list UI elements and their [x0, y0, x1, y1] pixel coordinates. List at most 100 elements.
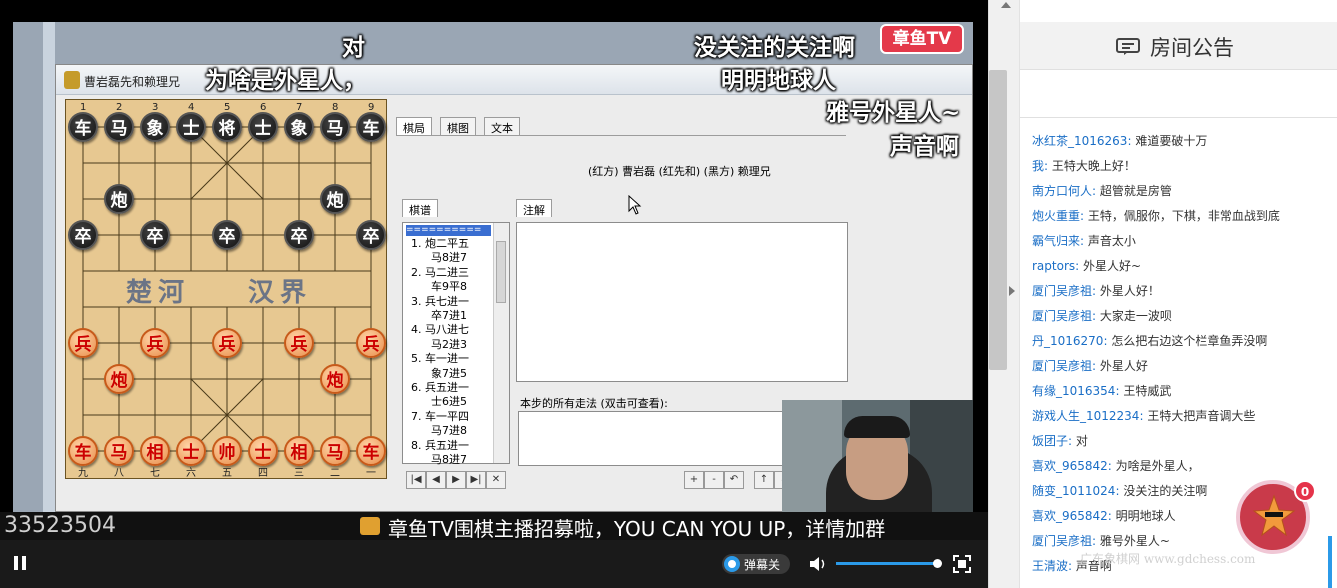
black-piece[interactable]: 士 [176, 112, 206, 142]
chat-username[interactable]: 喜欢_965842: [1032, 509, 1112, 523]
close-move-button[interactable]: ✕ [486, 471, 506, 489]
collapse-arrow-icon[interactable] [1009, 286, 1015, 296]
move-entry[interactable]: 2. 马二进三 [411, 266, 491, 280]
red-piece[interactable]: 炮 [320, 364, 350, 394]
red-piece[interactable]: 车 [68, 436, 98, 466]
sidebar-scroll-track[interactable] [988, 0, 1019, 588]
chat-message[interactable]: 厦门吴彦祖: 外星人好！ [1032, 282, 1160, 299]
red-piece[interactable]: 兵 [68, 328, 98, 358]
chat-message[interactable]: 厦门吴彦祖: 雅号外星人~ [1032, 532, 1170, 549]
chat-username[interactable]: 厦门吴彦祖: [1032, 359, 1096, 373]
tab-record[interactable]: 棋谱 [402, 199, 438, 217]
scroll-up-icon[interactable] [1001, 2, 1011, 8]
black-piece[interactable]: 卒 [284, 220, 314, 250]
chat-username[interactable]: 冰红茶_1016263: [1032, 134, 1132, 148]
red-piece[interactable]: 相 [284, 436, 314, 466]
chat-username[interactable]: 我: [1032, 159, 1048, 173]
tab-game[interactable]: 棋局 [396, 117, 432, 135]
black-piece[interactable]: 炮 [104, 184, 134, 214]
move-entry[interactable]: 象7进5 [411, 367, 491, 381]
chat-message[interactable]: raptors: 外星人好~ [1032, 257, 1141, 274]
last-move-button[interactable]: ▶| [466, 471, 486, 489]
chat-message[interactable]: 随变_1011024: 没关注的关注啊 [1032, 482, 1207, 499]
chat-message[interactable]: 炮火重重: 王特，佩服你，下棋，非常血战到底 [1032, 207, 1280, 224]
move-entry[interactable]: 车9平8 [411, 280, 491, 294]
pause-button[interactable] [12, 554, 28, 572]
tab-notes[interactable]: 注解 [516, 199, 552, 217]
move-entry[interactable]: 士6进5 [411, 395, 491, 409]
move-entry[interactable]: 1. 炮二平五 [411, 237, 491, 251]
tab-diagram[interactable]: 棋图 [440, 117, 476, 135]
chat-username[interactable]: 游戏人生_1012234: [1032, 409, 1144, 423]
chat-scrollbar[interactable] [1328, 536, 1332, 588]
prev-move-button[interactable]: ◀ [426, 471, 446, 489]
black-piece[interactable]: 车 [68, 112, 98, 142]
chat-message[interactable]: 有缘_1016354: 王特威武 [1032, 382, 1171, 399]
red-piece[interactable]: 帅 [212, 436, 242, 466]
move-entry[interactable]: 马7进8 [411, 424, 491, 438]
black-piece[interactable]: 象 [284, 112, 314, 142]
chat-message[interactable]: 厦门吴彦祖: 外星人好 [1032, 357, 1148, 374]
volume-icon[interactable] [808, 554, 828, 574]
next-move-button[interactable]: ▶ [446, 471, 466, 489]
black-piece[interactable]: 卒 [140, 220, 170, 250]
chat-username[interactable]: 霸气归来: [1032, 234, 1084, 248]
move-up-button[interactable]: ↑ [754, 471, 774, 489]
remove-note-button[interactable]: - [704, 471, 724, 489]
red-piece[interactable]: 车 [356, 436, 386, 466]
chat-username[interactable]: 饭团子: [1032, 434, 1072, 448]
red-piece[interactable]: 兵 [284, 328, 314, 358]
red-piece[interactable]: 兵 [212, 328, 242, 358]
chat-username[interactable]: 南方口何人: [1032, 184, 1096, 198]
chat-username[interactable]: 厦门吴彦祖: [1032, 534, 1096, 548]
danmaku-toggle[interactable]: 弹幕关 [722, 554, 790, 574]
chat-message[interactable]: 游戏人生_1012234: 王特大把声音调大些 [1032, 407, 1255, 424]
first-move-button[interactable]: |◀ [406, 471, 426, 489]
chat-username[interactable]: 厦门吴彦祖: [1032, 284, 1096, 298]
chat-message[interactable]: 喜欢_965842: 明明地球人 [1032, 507, 1176, 524]
black-piece[interactable]: 卒 [212, 220, 242, 250]
chat-message[interactable]: 冰红茶_1016263: 难道要破十万 [1032, 132, 1207, 149]
fullscreen-icon[interactable] [952, 554, 972, 574]
chat-username[interactable]: 喜欢_965842: [1032, 459, 1112, 473]
move-entry[interactable]: 3. 兵七进一 [411, 295, 491, 309]
black-piece[interactable]: 马 [104, 112, 134, 142]
chat-message[interactable]: 厦门吴彦祖: 大家走一波呗 [1032, 307, 1172, 324]
chat-username[interactable]: 随变_1011024: [1032, 484, 1120, 498]
room-notice-header[interactable]: 房间公告 [1020, 22, 1337, 70]
page-scrollbar-thumb[interactable] [989, 70, 1007, 370]
gift-button[interactable]: 0 [1236, 480, 1316, 554]
black-piece[interactable]: 炮 [320, 184, 350, 214]
tab-text[interactable]: 文本 [484, 117, 520, 135]
black-piece[interactable]: 士 [248, 112, 278, 142]
red-piece[interactable]: 士 [176, 436, 206, 466]
undo-note-button[interactable]: ↶ [724, 471, 744, 489]
black-piece[interactable]: 将 [212, 112, 242, 142]
chat-message[interactable]: 饭团子: 对 [1032, 432, 1088, 449]
chat-username[interactable]: 丹_1016270: [1032, 334, 1108, 348]
chat-message[interactable]: 我: 王特大晚上好！ [1032, 157, 1136, 174]
notes-textarea[interactable] [516, 222, 848, 382]
add-note-button[interactable]: + [684, 471, 704, 489]
black-piece[interactable]: 卒 [356, 220, 386, 250]
move-entry[interactable]: 卒7进1 [411, 309, 491, 323]
move-entry[interactable]: 8. 兵五进一 [411, 439, 491, 453]
red-piece[interactable]: 炮 [104, 364, 134, 394]
chat-message[interactable]: 喜欢_965842: 为啥是外星人， [1032, 457, 1200, 474]
move-list[interactable]: ========== 1. 炮二平五 马8进7 2. 马二进三 车9平8 3. 兵七进一… [402, 222, 510, 466]
black-piece[interactable]: 象 [140, 112, 170, 142]
chat-username[interactable]: 王清波: [1032, 559, 1072, 573]
move-entry[interactable]: 7. 车一平四 [411, 410, 491, 424]
move-entry[interactable]: 4. 马八进七 [411, 323, 491, 337]
chat-message[interactable]: 丹_1016270: 怎么把右边这个栏章鱼弄没啊 [1032, 332, 1267, 349]
chat-username[interactable]: 有缘_1016354: [1032, 384, 1120, 398]
black-piece[interactable]: 卒 [68, 220, 98, 250]
red-piece[interactable]: 相 [140, 436, 170, 466]
chat-message[interactable]: 霸气归来: 声音太小 [1032, 232, 1136, 249]
chat-username[interactable]: 炮火重重: [1032, 209, 1084, 223]
chat-message[interactable]: 南方口何人: 超管就是房管 [1032, 182, 1172, 199]
move-entry[interactable]: 马2进3 [411, 338, 491, 352]
red-piece[interactable]: 兵 [140, 328, 170, 358]
volume-slider[interactable] [836, 559, 942, 568]
black-piece[interactable]: 马 [320, 112, 350, 142]
